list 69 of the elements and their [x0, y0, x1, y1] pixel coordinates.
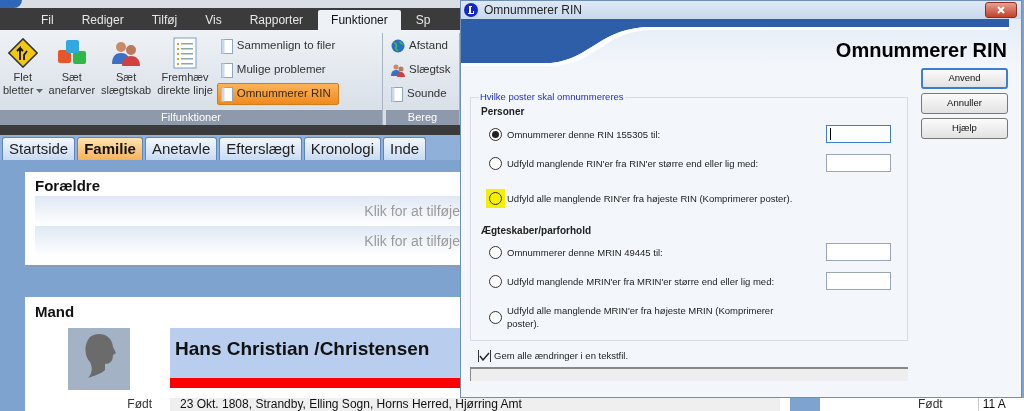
dialog-button[interactable]: Anvend [921, 68, 1008, 89]
option-label: Udfyld manglende MRIN'er fra MRIN'er større end eller lig med: [507, 274, 776, 288]
radio-button[interactable] [489, 310, 502, 324]
ribbon-group-label: Bereg [386, 110, 459, 125]
ribbon-button[interactable]: Sæt slægtskab [99, 33, 154, 110]
card-title: Mand [34, 302, 76, 322]
ribbon-small-button[interactable]: Sounde [387, 83, 455, 105]
menu-tab[interactable]: Sp [402, 10, 444, 30]
close-button[interactable] [985, 2, 1017, 18]
ribbon-small-button[interactable]: Afstand [387, 35, 455, 57]
menu-tab[interactable]: Fil [28, 10, 67, 30]
page-tab[interactable]: Familie [77, 137, 143, 160]
field-label: Født [126, 398, 152, 411]
ribbon-button[interactable]: Sæt anefarver [46, 33, 98, 110]
page-tab[interactable]: Inde [383, 137, 427, 160]
number-field[interactable] [826, 154, 891, 173]
ribbon-small-button[interactable]: Omnummerer RIN [216, 83, 340, 105]
ribbon-button[interactable]: Flet bletter [1, 33, 45, 110]
radio-button[interactable] [489, 245, 502, 259]
number-field[interactable] [826, 243, 891, 262]
menu-tab[interactable]: Rediger [68, 10, 137, 30]
card-title: Forældre [35, 176, 101, 196]
page-tab[interactable]: Efterslægt [219, 137, 302, 160]
ribbon-small-button[interactable]: Mulige problemer [216, 59, 340, 81]
document-icon [220, 86, 233, 102]
radio-button[interactable] [489, 156, 502, 170]
number-field[interactable] [826, 125, 891, 144]
person-name: Hans Christian /Christensen [175, 338, 430, 359]
app-orb[interactable] [0, 0, 22, 8]
option-label: Udfyld alle manglende RIN'er fra højeste RIN (Komprimerer poster). [507, 191, 794, 205]
section-heading: Ægteskaber/parforhold [481, 224, 593, 239]
page-tab[interactable]: Kronologi [303, 137, 381, 160]
birth-field: 23 Okt. 1808, Strandby, Elling Sogn, Horns Herred, Hjørring Amt [170, 398, 780, 411]
document-icon [220, 38, 233, 54]
group-legend: Hvilke poster skal omnummereres [479, 90, 625, 105]
app-logo-icon [464, 3, 478, 17]
option-label: Udfyld manglende RIN'er fra RIN'er større end eller lig med: [507, 156, 760, 170]
ribbon-button[interactable]: Fremhæv direkte linje [155, 33, 215, 110]
page-tab[interactable]: Anetavle [144, 137, 218, 160]
menu-tab[interactable]: Rapporter [236, 10, 317, 30]
globe-icon [391, 39, 405, 53]
dialog-button[interactable]: Annuller [921, 93, 1008, 114]
option-label: Omnummerer denne RIN 155305 til: [507, 127, 662, 141]
menu-tab[interactable]: Funktioner [318, 10, 401, 30]
people-icon [391, 63, 405, 77]
ribbon-group-label: Filfunktioner [0, 110, 382, 125]
option-label: Udfyld alle manglende MRIN'er fra højeste MRIN (Komprimerer poster). [507, 304, 775, 331]
dialog-heading: Omnummerer RIN [835, 37, 1007, 63]
birth-field: 11 A [977, 398, 1006, 411]
field-label: Født [918, 398, 943, 411]
ribbon-small-button[interactable]: Sammenlign to filer [216, 35, 340, 57]
option-label: Omnummerer denne MRIN 49445 til: [507, 245, 664, 259]
ribbon-small-button[interactable]: Slægtsk [387, 59, 455, 81]
dialog-title: Omnummerer RIN [484, 2, 582, 19]
section-heading: Personer [481, 105, 526, 120]
checkbox[interactable] [478, 350, 491, 362]
radio-button[interactable] [489, 127, 502, 141]
page-tab[interactable]: Startside [2, 137, 76, 160]
number-field[interactable] [826, 272, 891, 291]
radio-button[interactable] [489, 274, 502, 288]
menu-tab[interactable]: Vis [192, 10, 235, 30]
dialog-button[interactable]: Hjælp [921, 118, 1008, 139]
checkbox-label: Gem alle ændringer i en tekstfil. [494, 348, 629, 363]
menu-tab[interactable]: Tilføj [138, 10, 191, 30]
document-icon [220, 62, 233, 78]
document-icon [391, 86, 403, 102]
caret-icon [35, 88, 43, 93]
list-document-icon [172, 37, 198, 69]
close-icon [997, 6, 1005, 14]
